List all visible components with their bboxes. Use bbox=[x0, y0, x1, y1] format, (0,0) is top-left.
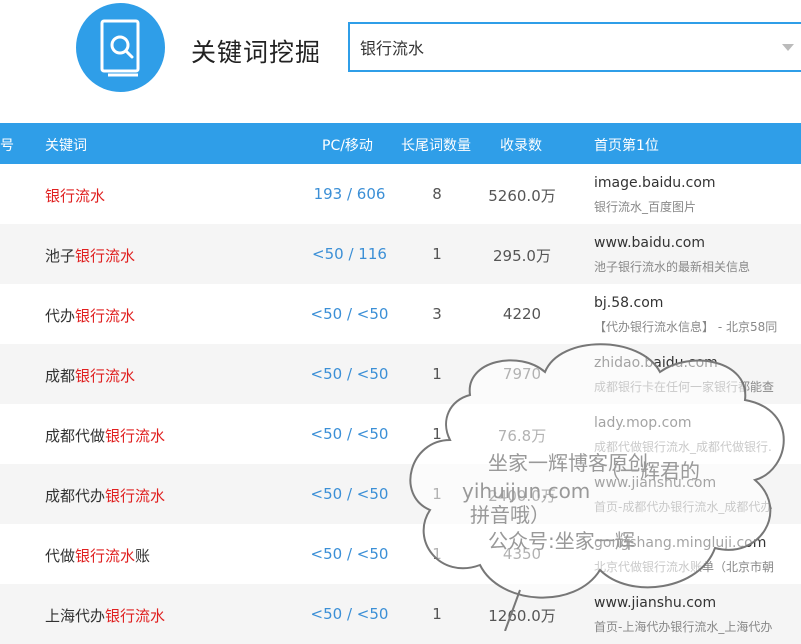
pc-mobile-cell[interactable]: <50 / <50 bbox=[298, 485, 401, 503]
longtail-cell: 1 bbox=[432, 245, 442, 263]
keyword-search-input[interactable] bbox=[360, 24, 760, 70]
table-row: 代办银行流水 <50 / <50 3 4220 bj.58.com 【代办银行流水信息】 … bbox=[0, 284, 801, 344]
page-title: 关键词挖掘 bbox=[191, 38, 322, 67]
top1-site-link[interactable]: bj.58.com bbox=[594, 295, 663, 311]
top1-description: 池子银行流水的最新相关信息 bbox=[594, 260, 751, 274]
keyword-mining-logo bbox=[76, 3, 165, 92]
table-row: 成都代办银行流水 <50 / <50 1 2400.0万 www.jianshu.com… bbox=[0, 464, 801, 524]
top1-site-link[interactable]: www.jianshu.com bbox=[594, 475, 716, 491]
table-row: 银行流水 193 / 606 8 5260.0万 image.baidu.com 银行流水… bbox=[0, 164, 801, 224]
col-pc-mobile[interactable]: PC/移动 bbox=[322, 135, 373, 155]
chevron-down-icon[interactable] bbox=[782, 44, 794, 51]
col-indexed[interactable]: 收录数 bbox=[500, 135, 542, 155]
keyword-prefix: 成都 bbox=[45, 367, 76, 385]
keyword-cell[interactable]: 成都代办银行流水 bbox=[45, 485, 165, 506]
keyword-cell[interactable]: 成都代做银行流水 bbox=[45, 425, 165, 446]
pc-mobile-cell[interactable]: <50 / <50 bbox=[298, 305, 401, 323]
top1-description: 首页-成都代办银行流水_成都代办 bbox=[594, 500, 773, 514]
longtail-cell: 1 bbox=[432, 485, 442, 503]
pc-mobile-cell[interactable]: 193 / 606 bbox=[298, 185, 401, 203]
keyword-cell[interactable]: 池子银行流水 bbox=[45, 245, 135, 266]
pc-mobile-cell[interactable]: <50 / 116 bbox=[298, 245, 401, 263]
table-row: 成都代做银行流水 <50 / <50 1 76.8万 lady.mop.com 成都代做银… bbox=[0, 404, 801, 464]
indexed-cell: 1260.0万 bbox=[488, 607, 556, 625]
longtail-cell: 1 bbox=[432, 605, 442, 623]
pc-mobile-cell[interactable]: <50 / <50 bbox=[298, 605, 401, 623]
col-index: 号 bbox=[0, 138, 14, 154]
keyword-cell[interactable]: 成都银行流水 bbox=[45, 365, 135, 386]
keyword-cell[interactable]: 银行流水 bbox=[45, 185, 105, 206]
col-top1: 首页第1位 bbox=[594, 138, 659, 154]
longtail-cell: 8 bbox=[432, 185, 442, 203]
indexed-cell: 295.0万 bbox=[493, 247, 551, 265]
top1-site-link[interactable]: www.baidu.com bbox=[594, 235, 705, 251]
pc-mobile-cell[interactable]: <50 / <50 bbox=[298, 545, 401, 563]
top1-site-link[interactable]: gongshang.mingluji.com bbox=[594, 535, 766, 551]
longtail-cell: 1 bbox=[432, 425, 442, 443]
header: 关键词挖掘 bbox=[0, 0, 801, 123]
longtail-cell: 3 bbox=[432, 305, 442, 323]
keyword-search-box[interactable] bbox=[348, 22, 801, 72]
keyword-highlight: 银行流水 bbox=[105, 427, 166, 445]
longtail-cell: 1 bbox=[432, 365, 442, 383]
keyword-prefix: 成都代做 bbox=[45, 427, 106, 445]
indexed-cell: 7970 bbox=[502, 365, 542, 383]
table-row: 池子银行流水 <50 / 116 1 295.0万 www.baidu.com 池子银行流… bbox=[0, 224, 801, 284]
col-longtail[interactable]: 长尾词数量 bbox=[401, 135, 471, 155]
indexed-cell: 4220 bbox=[502, 305, 542, 323]
col-keyword: 关键词 bbox=[45, 138, 87, 154]
table-row: 代做银行流水账 <50 / <50 1 4350 gongshang.mingluji.… bbox=[0, 524, 801, 584]
top1-site-link[interactable]: www.jianshu.com bbox=[594, 595, 716, 611]
keyword-prefix: 上海代办 bbox=[45, 607, 106, 625]
keyword-prefix: 成都代办 bbox=[45, 487, 106, 505]
keyword-highlight: 银行流水 bbox=[75, 307, 136, 325]
top1-description: 【代办银行流水信息】 - 北京58同 bbox=[594, 320, 778, 334]
top1-site-link[interactable]: image.baidu.com bbox=[594, 175, 716, 191]
keyword-prefix: 代做 bbox=[45, 547, 76, 565]
keyword-highlight: 银行流水 bbox=[75, 547, 136, 565]
keyword-highlight: 银行流水 bbox=[105, 607, 166, 625]
keyword-prefix: 池子 bbox=[45, 247, 76, 265]
keyword-highlight: 银行流水 bbox=[75, 367, 136, 385]
indexed-cell: 4350 bbox=[502, 545, 542, 563]
table-row: 成都银行流水 <50 / <50 1 7970 zhidao.baidu.com 成都银行… bbox=[0, 344, 801, 404]
keyword-suffix: 账 bbox=[135, 547, 151, 565]
top1-description: 北京代做银行流水账单（北京市朝 bbox=[594, 560, 775, 574]
pc-mobile-cell[interactable]: <50 / <50 bbox=[298, 425, 401, 443]
pc-mobile-cell[interactable]: <50 / <50 bbox=[298, 365, 401, 383]
keyword-highlight: 银行流水 bbox=[45, 187, 106, 205]
top1-site-link[interactable]: lady.mop.com bbox=[594, 415, 692, 431]
top1-description: 银行流水_百度图片 bbox=[594, 200, 697, 214]
table-row: 上海代办银行流水 <50 / <50 1 1260.0万 www.jianshu.com… bbox=[0, 584, 801, 644]
top1-site-link[interactable]: zhidao.baidu.com bbox=[594, 355, 718, 371]
table-header: 号 关键词 PC/移动 长尾词数量 收录数 首页第1位 bbox=[0, 123, 801, 164]
indexed-cell: 2400.0万 bbox=[488, 487, 556, 505]
indexed-cell: 5260.0万 bbox=[488, 187, 556, 205]
document-search-icon bbox=[100, 19, 140, 77]
keyword-highlight: 银行流水 bbox=[105, 487, 166, 505]
longtail-cell: 1 bbox=[432, 545, 442, 563]
indexed-cell: 76.8万 bbox=[497, 427, 547, 445]
keyword-cell[interactable]: 上海代办银行流水 bbox=[45, 605, 165, 626]
keyword-cell[interactable]: 代做银行流水账 bbox=[45, 545, 150, 566]
top1-description: 首页-上海代办银行流水_上海代办 bbox=[594, 620, 773, 634]
keyword-cell[interactable]: 代办银行流水 bbox=[45, 305, 135, 326]
keyword-prefix: 代办 bbox=[45, 307, 76, 325]
top1-description: 成都银行卡在任何一家银行都能查 bbox=[594, 380, 775, 394]
top1-description: 成都代做银行流水_成都代做银行. bbox=[594, 440, 772, 454]
keyword-highlight: 银行流水 bbox=[75, 247, 136, 265]
